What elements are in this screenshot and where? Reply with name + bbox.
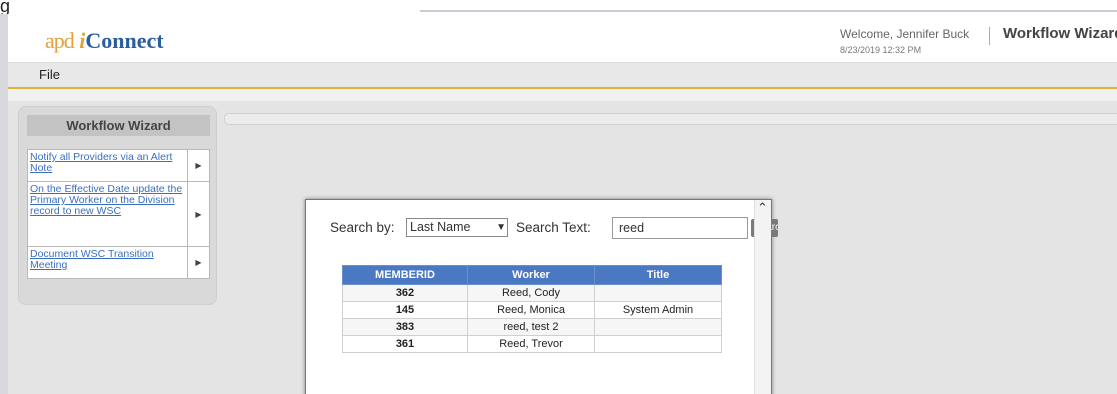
header: apd iConnect Welcome, Jennifer Buck 8/23… bbox=[8, 14, 1117, 63]
table-row[interactable]: 361 Reed, Trevor bbox=[342, 335, 722, 353]
cell-worker: Reed, Monica bbox=[467, 301, 595, 319]
chevron-down-icon: ▼ bbox=[496, 222, 506, 233]
search-by-value: Last Name bbox=[410, 220, 471, 234]
chevron-right-icon[interactable]: ▶ bbox=[187, 150, 209, 181]
left-edge bbox=[0, 14, 8, 394]
cell-worker: Reed, Cody bbox=[467, 284, 595, 302]
chevron-right-icon[interactable]: ▶ bbox=[187, 182, 209, 246]
cell-worker: Reed, Trevor bbox=[467, 335, 595, 353]
workflow-item-label[interactable]: Document WSC Transition Meeting bbox=[30, 249, 188, 271]
welcome-text: Welcome, Jennifer Buck bbox=[840, 27, 970, 41]
column-header-memberid[interactable]: MEMBERID bbox=[342, 265, 468, 285]
top-strip: g bbox=[0, 0, 1117, 16]
cell-memberid: 361 bbox=[342, 335, 468, 353]
cell-memberid: 145 bbox=[342, 301, 468, 319]
workflow-item-notify-providers[interactable]: Notify all Providers via an Alert Note ▶ bbox=[27, 149, 210, 182]
logo-mark: apd bbox=[45, 28, 75, 53]
cell-title bbox=[594, 284, 722, 302]
cell-memberid: 362 bbox=[342, 284, 468, 302]
cell-worker: reed, test 2 bbox=[467, 318, 595, 336]
table-row[interactable]: 383 reed, test 2 bbox=[342, 318, 722, 336]
workflow-item-update-primary-worker[interactable]: On the Effective Date update the Primary… bbox=[27, 181, 210, 247]
workflow-item-label[interactable]: On the Effective Date update the Primary… bbox=[30, 184, 188, 217]
cell-memberid: 383 bbox=[342, 318, 468, 336]
dialog-scrollbar[interactable]: ⌃ bbox=[754, 200, 771, 394]
logo-text: Connect bbox=[85, 28, 164, 53]
sidebar-title: Workflow Wizard bbox=[27, 115, 210, 136]
cutoff-text: g bbox=[0, 0, 11, 16]
workflow-item-document-transition[interactable]: Document WSC Transition Meeting ▶ bbox=[27, 246, 210, 279]
menu-file[interactable]: File bbox=[39, 67, 60, 82]
cell-title bbox=[594, 318, 722, 336]
search-text-label: Search Text: bbox=[516, 220, 591, 235]
logo: apd iConnect bbox=[45, 28, 164, 54]
table-row[interactable]: 145 Reed, Monica System Admin bbox=[342, 301, 722, 319]
cell-title bbox=[594, 335, 722, 353]
content-top-bar bbox=[224, 113, 1117, 125]
header-separator bbox=[989, 27, 990, 45]
column-header-worker[interactable]: Worker bbox=[467, 265, 595, 285]
datetime: 8/23/2019 12:32 PM bbox=[840, 45, 922, 55]
sub-band bbox=[8, 89, 1117, 101]
cell-title: System Admin bbox=[594, 301, 722, 319]
table-row[interactable]: 362 Reed, Cody bbox=[342, 284, 722, 302]
search-text-input[interactable]: reed bbox=[612, 217, 748, 239]
app-name: Workflow Wizard bbox=[1003, 25, 1117, 42]
chevron-up-icon[interactable]: ⌃ bbox=[757, 201, 768, 215]
workflow-item-label[interactable]: Notify all Providers via an Alert Note bbox=[30, 152, 188, 174]
search-by-label: Search by: bbox=[330, 220, 395, 235]
chevron-right-icon[interactable]: ▶ bbox=[187, 247, 209, 278]
top-divider bbox=[420, 10, 1117, 12]
menu-bar: File bbox=[8, 63, 1117, 89]
workflow-sidebar: Workflow Wizard Notify all Providers via… bbox=[18, 106, 217, 305]
results-table: MEMBERID Worker Title 362 Reed, Cody 145… bbox=[342, 265, 722, 353]
column-header-title[interactable]: Title bbox=[594, 265, 722, 285]
app-window: apd iConnect Welcome, Jennifer Buck 8/23… bbox=[8, 14, 1117, 394]
search-by-select[interactable]: Last Name ▼ bbox=[406, 218, 508, 237]
search-dialog: Search by: Last Name ▼ Search Text: reed… bbox=[305, 199, 778, 394]
